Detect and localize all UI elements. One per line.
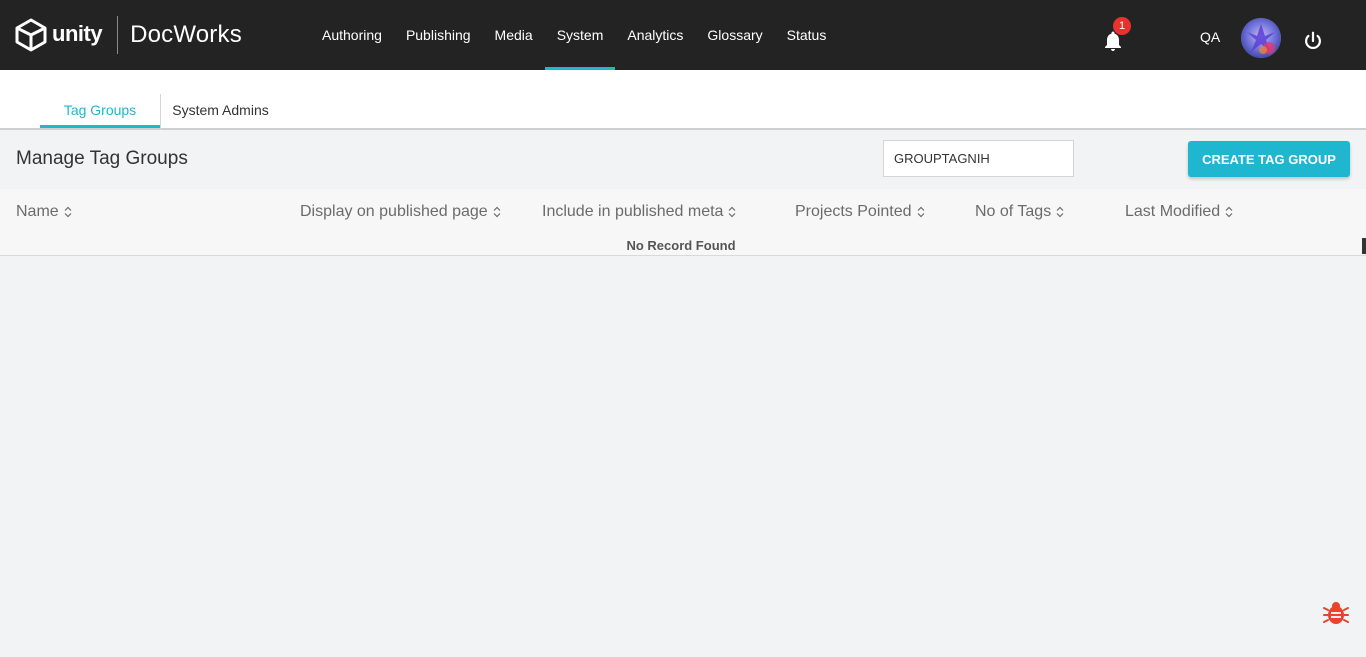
nav-glossary[interactable]: Glossary (695, 0, 774, 70)
search-input[interactable] (883, 140, 1074, 177)
logo-text: unity (52, 20, 103, 46)
top-bar: unity DocWorks Authoring Publishing Medi… (0, 0, 1366, 70)
notification-count-badge: 1 (1113, 17, 1131, 35)
column-header-projects-pointed[interactable]: Projects Pointed (795, 203, 925, 221)
sub-tab-bar: Tag Groups System Admins (0, 70, 1366, 130)
bug-report-icon[interactable] (1322, 599, 1350, 627)
sort-icon (493, 206, 501, 218)
column-header-label: Last Modified (1125, 203, 1221, 220)
nav-system[interactable]: System (544, 0, 616, 70)
nav-media[interactable]: Media (483, 0, 545, 70)
user-initials[interactable]: QA (1200, 29, 1220, 45)
column-header-name[interactable]: Name (16, 203, 72, 221)
column-header-label: Display on published page (300, 203, 488, 220)
column-header-include-in-published-meta[interactable]: Include in published meta (542, 203, 736, 221)
product-name: DocWorks (130, 21, 242, 48)
column-header-last-modified[interactable]: Last Modified (1125, 203, 1233, 221)
sort-icon (1225, 206, 1233, 218)
nav-analytics[interactable]: Analytics (615, 0, 695, 70)
brand-divider (117, 16, 119, 54)
sort-icon (917, 206, 924, 218)
sort-icon (64, 206, 72, 218)
tab-system-admins[interactable]: System Admins (160, 94, 280, 130)
sort-icon (1056, 206, 1064, 218)
nav-authoring[interactable]: Authoring (310, 0, 394, 70)
sort-icon (729, 206, 736, 218)
avatar[interactable] (1241, 18, 1281, 58)
nav-status[interactable]: Status (775, 0, 839, 70)
tab-tag-groups[interactable]: Tag Groups (40, 94, 160, 128)
column-header-label: Projects Pointed (795, 203, 912, 220)
avatar-image (1241, 18, 1281, 58)
page-title: Manage Tag Groups (16, 148, 188, 169)
column-header-label: No of Tags (975, 203, 1052, 220)
column-header-no-of-tags[interactable]: No of Tags (975, 203, 1064, 221)
column-header-label: Include in published meta (542, 203, 724, 220)
scrollbar-thumb[interactable] (1362, 238, 1366, 254)
brand[interactable]: unity DocWorks (15, 16, 242, 54)
unity-cube-icon (15, 18, 47, 52)
nav-publishing[interactable]: Publishing (394, 0, 483, 70)
create-tag-group-button[interactable]: CREATE TAG GROUP (1188, 141, 1350, 177)
unity-logo: unity (15, 18, 103, 52)
column-header-display-on-published-page[interactable]: Display on published page (300, 203, 501, 221)
main-nav: Authoring Publishing Media System Analyt… (310, 0, 838, 70)
column-header-label: Name (16, 203, 59, 220)
power-icon[interactable] (1302, 30, 1324, 52)
tag-groups-table: Name Display on published page Include i… (0, 189, 1366, 256)
empty-table-message: No Record Found (626, 238, 736, 253)
